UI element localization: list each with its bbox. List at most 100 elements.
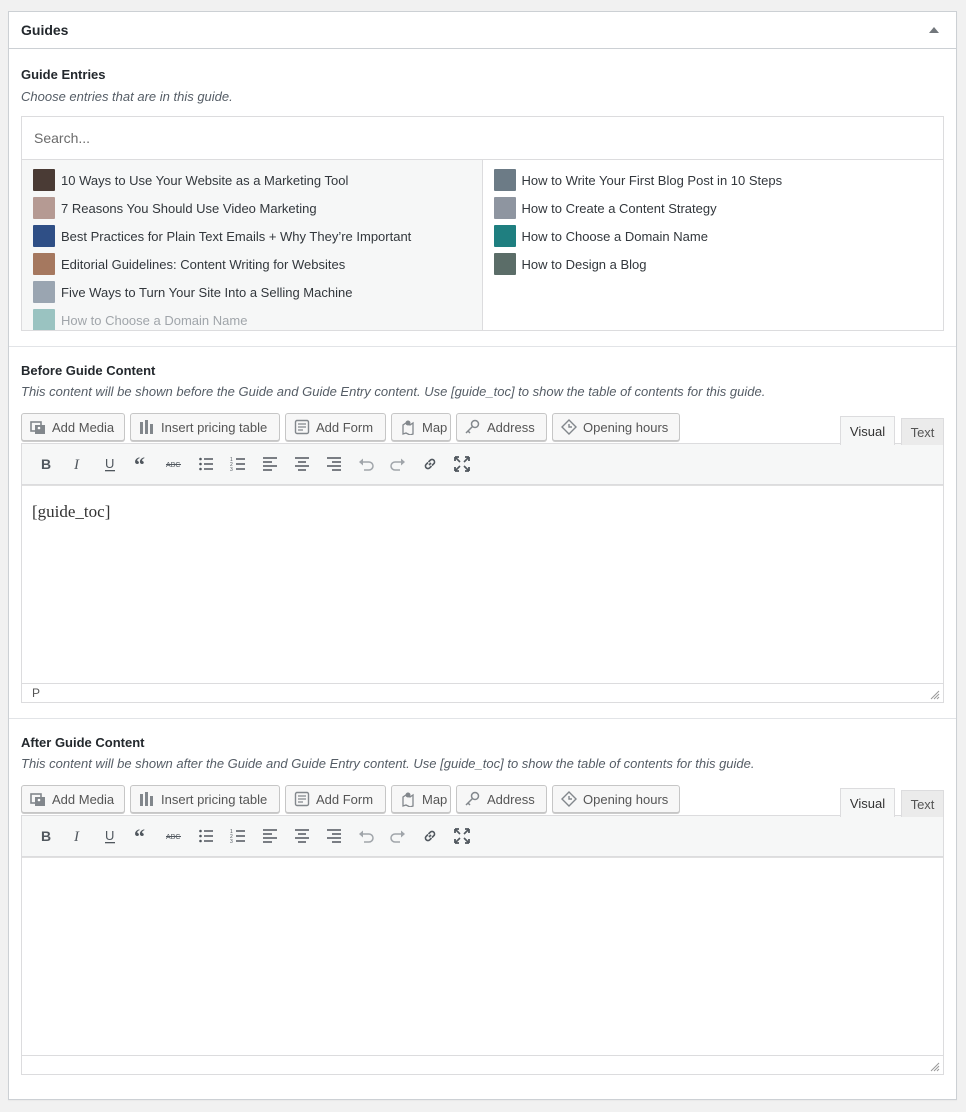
opening-hours-button[interactable]: Opening hours [552,413,680,441]
fullscreen-icon[interactable] [446,449,478,479]
resize-handle-icon[interactable] [930,1062,940,1072]
before-editor-body[interactable]: [guide_toc] [22,485,943,683]
fullscreen-icon[interactable] [446,821,478,851]
numbered-list-icon[interactable]: 123 [222,821,254,851]
before-editor-statusbar: P [22,683,943,702]
link-icon[interactable] [414,821,446,851]
search-input[interactable] [32,129,933,147]
bold-icon[interactable]: B [30,449,62,479]
available-entries-list: 10 Ways to Use Your Website as a Marketi… [22,160,483,330]
opening-hours-button-label: Opening hours [583,791,669,807]
available-entry[interactable]: Five Ways to Turn Your Site Into a Selli… [22,278,482,306]
blockquote-icon[interactable]: “ [126,449,158,479]
entry-title: Editorial Guidelines: Content Writing fo… [61,256,346,272]
map-icon [400,419,422,435]
panel-title: Guides [21,22,69,38]
italic-icon[interactable]: I [62,821,94,851]
add-form-button[interactable]: Add Form [285,413,386,441]
numbered-list-icon[interactable]: 123 [222,449,254,479]
svg-text:ABC: ABC [166,462,180,469]
media-icon [30,791,52,807]
redo-icon[interactable] [382,449,414,479]
before-content-section: Before Guide Content This content will b… [9,347,956,719]
before-editor: B I U “ ABC 1 2 3 [guide_toc] P [21,443,944,703]
panel-header: Guides [9,12,956,49]
entry-title: Five Ways to Turn Your Site Into a Selli… [61,284,353,300]
selected-entry[interactable]: How to Design a Blog [483,250,944,278]
add-media-button-label: Add Media [52,419,115,435]
after-editor-toolbar: B I U “ ABC 1 2 3 [22,816,943,857]
insert-pricing-table-button-label: Insert pricing table [161,791,268,807]
entry-thumbnail [33,281,55,303]
bullet-list-icon[interactable] [190,821,222,851]
chart-bars-icon [139,791,161,807]
tab-visual[interactable]: Visual [840,416,895,445]
entry-title: 10 Ways to Use Your Website as a Marketi… [61,172,349,188]
entry-title: How to Write Your First Blog Post in 10 … [521,172,783,188]
before-editor-content[interactable]: [guide_toc] [22,486,943,522]
svg-text:I: I [73,457,80,472]
entry-title: How to Create a Content Strategy [521,200,717,216]
selected-entry[interactable]: How to Choose a Domain Name [483,222,944,250]
align-right-icon[interactable] [318,449,350,479]
entry-thumbnail [33,225,55,247]
align-center-icon[interactable] [286,821,318,851]
after-editor-statusbar [22,1055,943,1074]
after-content-label: After Guide Content [21,735,145,750]
entry-thumbnail [33,253,55,275]
undo-icon[interactable] [350,821,382,851]
collapse-toggle-icon[interactable] [924,20,944,40]
align-left-icon[interactable] [254,821,286,851]
entry-thumbnail [33,309,55,330]
available-entry[interactable]: 7 Reasons You Should Use Video Marketing [22,194,482,222]
after-editor-body[interactable] [22,857,943,1055]
tab-visual[interactable]: Visual [840,788,895,817]
entry-thumbnail [33,169,55,191]
guides-panel: Guides Guide Entries Choose entries that… [8,11,957,1100]
entry-thumbnail [33,197,55,219]
tab-text[interactable]: Text [901,790,944,817]
italic-icon[interactable]: I [62,449,94,479]
map-button[interactable]: Map [391,785,451,813]
after-media-buttons: Add Media Insert pricing table Add Form Map… [21,785,944,817]
redo-icon[interactable] [382,821,414,851]
available-entry[interactable]: Best Practices for Plain Text Emails + W… [22,222,482,250]
before-content-label: Before Guide Content [21,363,156,378]
available-entry[interactable]: Editorial Guidelines: Content Writing fo… [22,250,482,278]
bullet-list-icon[interactable] [190,449,222,479]
before-content-description: This content will be shown before the Gu… [21,384,766,399]
available-entry[interactable]: How to Choose a Domain Name [22,306,482,330]
selected-entry[interactable]: How to Write Your First Blog Post in 10 … [483,166,944,194]
selected-entry[interactable]: How to Create a Content Strategy [483,194,944,222]
picker-lists: 10 Ways to Use Your Website as a Marketi… [22,160,943,330]
media-icon [30,419,52,435]
address-button[interactable]: Address [456,785,547,813]
opening-hours-button[interactable]: Opening hours [552,785,680,813]
insert-pricing-table-button[interactable]: Insert pricing table [130,785,280,813]
blockquote-icon[interactable]: “ [126,821,158,851]
insert-pricing-table-button[interactable]: Insert pricing table [130,413,280,441]
strikethrough-icon[interactable]: ABC [158,449,190,479]
align-center-icon[interactable] [286,449,318,479]
add-media-button[interactable]: Add Media [21,413,125,441]
underline-icon[interactable]: U [94,821,126,851]
entry-thumbnail [493,225,516,247]
available-entry[interactable]: 10 Ways to Use Your Website as a Marketi… [22,166,482,194]
strikethrough-icon[interactable]: ABC [158,821,190,851]
add-form-button[interactable]: Add Form [285,785,386,813]
bold-icon[interactable]: B [30,821,62,851]
element-path[interactable]: P [32,686,40,700]
link-icon[interactable] [414,449,446,479]
underline-icon[interactable]: U [94,449,126,479]
undo-icon[interactable] [350,449,382,479]
tab-text[interactable]: Text [901,418,944,445]
align-left-icon[interactable] [254,449,286,479]
add-media-button[interactable]: Add Media [21,785,125,813]
entry-thumbnail [493,253,516,275]
resize-handle-icon[interactable] [930,690,940,700]
align-right-icon[interactable] [318,821,350,851]
map-button[interactable]: Map [391,413,451,441]
after-editor-content[interactable] [22,858,943,874]
address-button[interactable]: Address [456,413,547,441]
entry-thumbnail [493,197,516,219]
